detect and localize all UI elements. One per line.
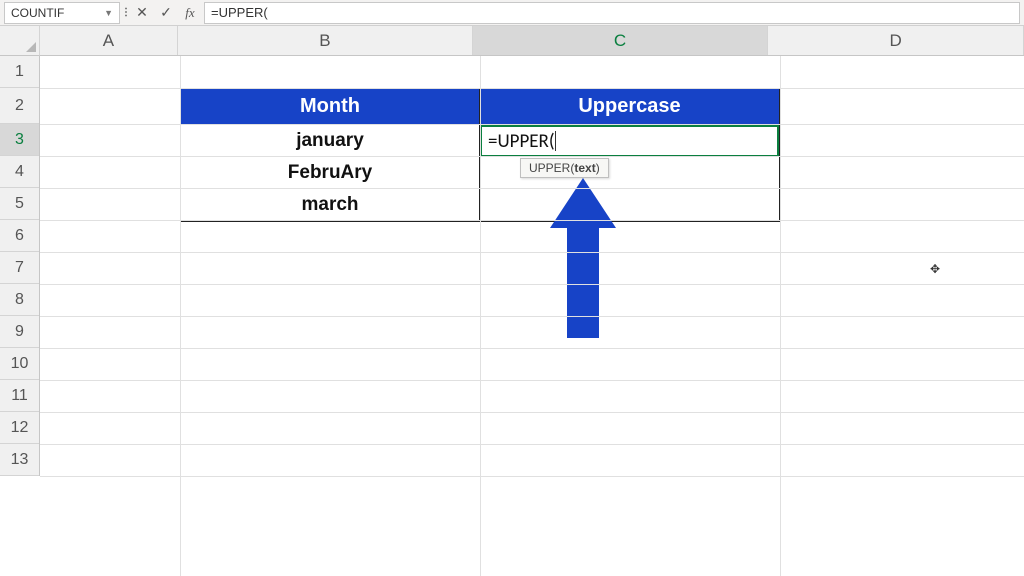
row-header-5[interactable]: 5: [0, 188, 39, 220]
gridline: [40, 316, 1024, 317]
gridline: [40, 88, 1024, 89]
gridline: [40, 444, 1024, 445]
select-all-corner[interactable]: [0, 26, 40, 56]
function-tooltip: UPPER(text): [520, 158, 609, 178]
name-box-value: COUNTIF: [11, 6, 64, 20]
row-header-2[interactable]: 2: [0, 88, 39, 124]
row-header-11[interactable]: 11: [0, 380, 39, 412]
table-header-month[interactable]: Month: [181, 89, 480, 125]
text-cursor: [555, 131, 556, 151]
gridline: [40, 252, 1024, 253]
row-header-6[interactable]: 6: [0, 220, 39, 252]
row-header-12[interactable]: 12: [0, 412, 39, 444]
cell-month-3[interactable]: march: [181, 189, 480, 221]
gridline: [40, 124, 1024, 125]
tooltip-prefix: UPPER(: [529, 161, 574, 175]
arrow-shaft: [567, 228, 599, 338]
fx-icon[interactable]: fx: [180, 2, 200, 24]
gridline: [40, 156, 1024, 157]
row-header-10[interactable]: 10: [0, 348, 39, 380]
cell-editing[interactable]: =UPPER(: [480, 125, 779, 157]
gridline: [40, 220, 1024, 221]
tooltip-suffix: ): [596, 161, 600, 175]
editing-formula-text: =UPPER(: [488, 130, 555, 153]
cell-month-1[interactable]: january: [181, 125, 480, 157]
row-header-13[interactable]: 13: [0, 444, 39, 476]
gridline: [40, 380, 1024, 381]
row-header-3[interactable]: 3: [0, 124, 39, 156]
spreadsheet: ABCD 12345678910111213 Month Uppercase j…: [0, 26, 1024, 576]
row-header-8[interactable]: 8: [0, 284, 39, 316]
divider: ⋮: [124, 2, 128, 24]
gridline: [40, 284, 1024, 285]
formula-text: =UPPER(: [211, 5, 268, 20]
gridline: [40, 476, 1024, 477]
column-headers: ABCD: [40, 26, 1024, 56]
gridline: [40, 412, 1024, 413]
confirm-icon[interactable]: ✓: [156, 2, 176, 24]
gridline: [40, 188, 1024, 189]
table-header-uppercase[interactable]: Uppercase: [480, 89, 779, 125]
row-headers: 12345678910111213: [0, 56, 40, 476]
chevron-down-icon[interactable]: ▼: [104, 8, 113, 18]
row-header-7[interactable]: 7: [0, 252, 39, 284]
column-header-d[interactable]: D: [768, 26, 1024, 55]
row-header-9[interactable]: 9: [0, 316, 39, 348]
mouse-cursor-icon: ✥: [930, 262, 940, 276]
formula-bar: COUNTIF ▼ ⋮ ✕ ✓ fx =UPPER(: [0, 0, 1024, 26]
row-header-1[interactable]: 1: [0, 56, 39, 88]
cells-area[interactable]: Month Uppercase january =UPPER( FebruAry…: [40, 56, 1024, 576]
name-box[interactable]: COUNTIF ▼: [4, 2, 120, 24]
formula-input[interactable]: =UPPER(: [204, 2, 1020, 24]
cancel-icon[interactable]: ✕: [132, 2, 152, 24]
cell-month-2[interactable]: FebruAry: [181, 157, 480, 189]
gridline: [40, 348, 1024, 349]
column-header-b[interactable]: B: [178, 26, 473, 55]
cell-upper-3[interactable]: [480, 189, 779, 221]
row-header-4[interactable]: 4: [0, 156, 39, 188]
column-header-c[interactable]: C: [473, 26, 768, 55]
column-header-a[interactable]: A: [40, 26, 178, 55]
tooltip-arg: text: [574, 161, 595, 175]
